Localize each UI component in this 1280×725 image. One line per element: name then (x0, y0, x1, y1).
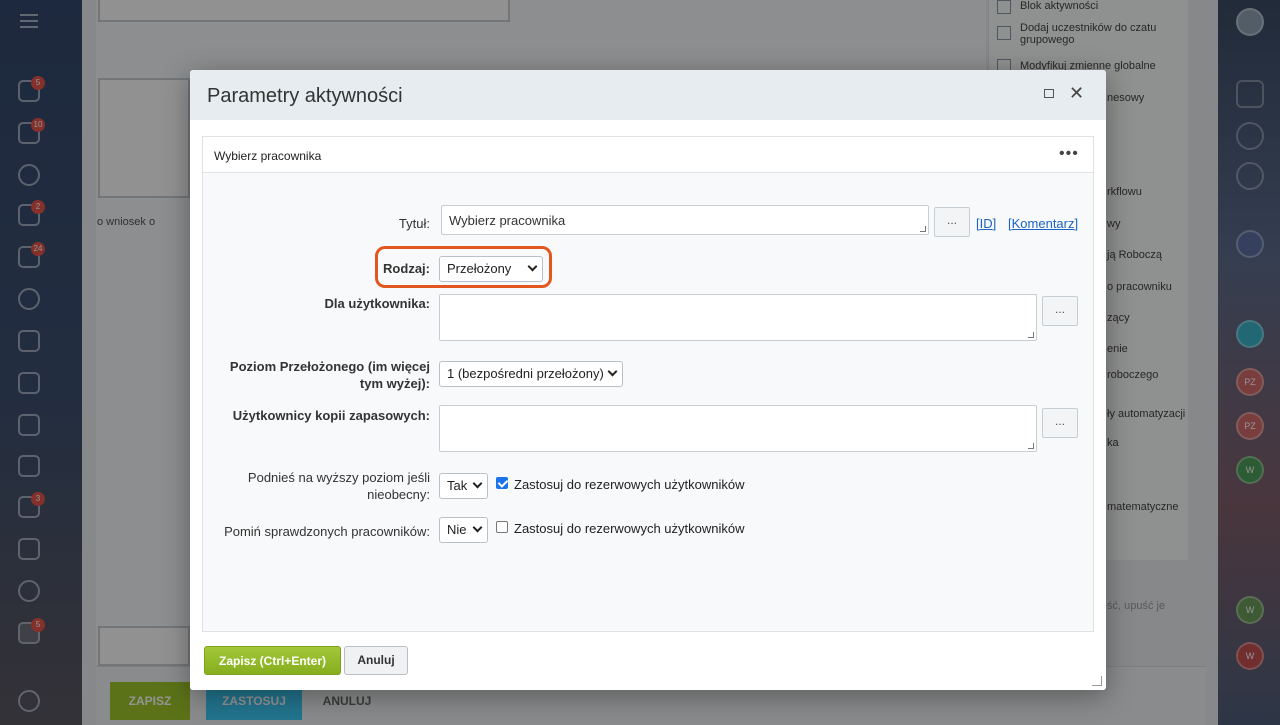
comment-link[interactable]: [Komentarz] (1008, 216, 1078, 231)
resize-handle-icon[interactable] (1028, 443, 1034, 449)
backup-users-input[interactable] (439, 405, 1037, 452)
type-select[interactable]: Przełożony (439, 256, 543, 282)
title-label: Tytuł: (398, 216, 430, 231)
for-user-input[interactable] (439, 294, 1037, 341)
level-label-line2: tym wyżej): (359, 376, 430, 391)
skip-label: Pomiń sprawdzonych pracowników: (224, 524, 430, 539)
dialog-resize-grip-icon[interactable] (1092, 676, 1102, 686)
id-link-text[interactable]: ID (980, 216, 993, 231)
more-icon[interactable]: ••• (1059, 145, 1079, 163)
type-label: Rodzaj: (383, 261, 430, 276)
comment-link-text[interactable]: Komentarz (1012, 216, 1075, 231)
chevron-down-icon (472, 478, 483, 489)
dialog-title: Parametry aktywności (207, 85, 403, 107)
escalate-backup-label: Zastosuj do rezerwowych użytkowników (514, 477, 745, 492)
chevron-down-icon (607, 366, 618, 377)
for-user-label: Dla użytkownika: (324, 296, 430, 311)
level-label-line1: Poziom Przełożonego (im więcej (229, 359, 430, 374)
title-input[interactable]: Wybierz pracownika (441, 205, 929, 235)
escalate-label-line2: nieobecny: (367, 487, 430, 502)
escalate-select[interactable]: Tak (439, 473, 488, 499)
panel-header: Wybierz pracownika ••• (203, 137, 1093, 173)
for-user-picker-button[interactable]: ... (1042, 296, 1078, 326)
resize-handle-icon[interactable] (920, 226, 926, 232)
type-value: Przełożony (447, 261, 512, 276)
close-icon[interactable]: ✕ (1069, 83, 1084, 103)
skip-value: Nie (447, 522, 467, 537)
level-value: 1 (bezpośredni przełożony) (447, 366, 604, 381)
cancel-button[interactable]: Anuluj (344, 646, 408, 675)
title-value: Wybierz pracownika (449, 213, 566, 228)
panel-title: Wybierz pracownika (214, 149, 322, 163)
title-picker-button[interactable]: ... (934, 207, 970, 237)
dialog-header: Parametry aktywności ✕ (190, 70, 1106, 120)
backup-users-label: Użytkownicy kopii zapasowych: (232, 408, 430, 423)
chevron-down-icon (472, 522, 483, 533)
escalate-label-line1: Podnieś na wyższy poziom jeśli (247, 470, 430, 485)
save-button[interactable]: Zapisz (Ctrl+Enter) (204, 646, 341, 675)
resize-handle-icon[interactable] (1028, 332, 1034, 338)
skip-select[interactable]: Nie (439, 517, 488, 543)
id-link[interactable]: [ID] (976, 216, 996, 231)
skip-backup-label: Zastosuj do rezerwowych użytkowników (514, 521, 745, 536)
activity-parameters-dialog: Parametry aktywności ✕ Wybierz pracownik… (190, 70, 1106, 690)
chevron-down-icon (527, 261, 538, 272)
maximize-icon[interactable] (1044, 89, 1054, 98)
escalate-backup-checkbox[interactable] (496, 477, 508, 489)
level-select[interactable]: 1 (bezpośredni przełożony) (439, 361, 623, 387)
escalate-value: Tak (447, 478, 468, 493)
skip-backup-checkbox[interactable] (496, 521, 508, 533)
backup-users-picker-button[interactable]: ... (1042, 408, 1078, 438)
